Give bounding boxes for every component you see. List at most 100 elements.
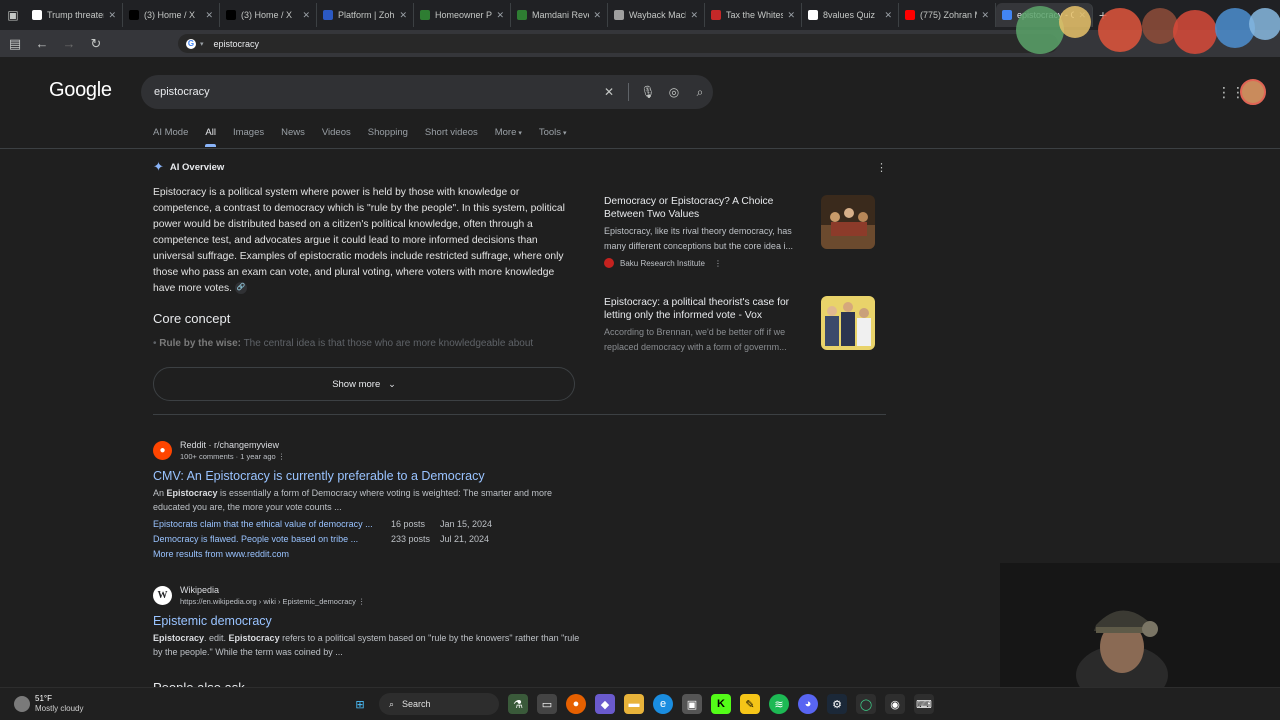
browser-tab-title: Platform | Zohran bbox=[338, 10, 395, 20]
more-options-icon[interactable]: ⋮ bbox=[876, 161, 887, 174]
tab-actions-icon[interactable]: ▣ bbox=[0, 0, 26, 30]
search-input[interactable]: epistocracy bbox=[154, 86, 596, 98]
tab-news[interactable]: News bbox=[281, 127, 305, 147]
browser-tab[interactable]: Tax the Whites: 2 ✕ bbox=[705, 3, 802, 27]
steam-icon[interactable]: ⚙ bbox=[827, 694, 847, 714]
weather-temp: 51°F bbox=[35, 694, 52, 703]
source-title[interactable]: Epistocracy: a political theorist's case… bbox=[604, 296, 809, 322]
ai-source-card[interactable]: Democracy or Epistocracy? A Choice Betwe… bbox=[604, 195, 886, 268]
browser-tab[interactable]: Mamdani Reven ✕ bbox=[511, 3, 608, 27]
close-tab-icon[interactable]: ✕ bbox=[884, 10, 892, 21]
result-source[interactable]: W Wikipedia https://en.wikipedia.org › w… bbox=[153, 584, 583, 607]
tab-label: Shopping bbox=[367, 127, 408, 138]
google-logo[interactable]: Google bbox=[49, 79, 112, 102]
tab-all[interactable]: All bbox=[205, 127, 216, 147]
close-tab-icon[interactable]: ✕ bbox=[981, 10, 989, 21]
search-icon[interactable]: ⌕ bbox=[687, 85, 713, 100]
chevron-down-icon: ▾ bbox=[516, 130, 522, 137]
taskbar-search-label: Search bbox=[402, 699, 431, 709]
browser-tab[interactable]: Wayback Machin ✕ bbox=[608, 3, 705, 27]
browser-tab[interactable]: (3) Home / X ✕ bbox=[220, 3, 317, 27]
tab-short-videos[interactable]: Short videos bbox=[425, 127, 478, 147]
result-title-link[interactable]: CMV: An Epistocracy is currently prefera… bbox=[153, 468, 583, 484]
result-site: Wikipedia bbox=[180, 585, 220, 595]
close-tab-icon[interactable]: ✕ bbox=[787, 10, 795, 21]
close-tab-icon[interactable]: ✕ bbox=[205, 10, 213, 21]
sub-result-link[interactable]: Democracy is flawed. People vote based o… bbox=[153, 532, 391, 547]
widgets-icon[interactable]: ⚗ bbox=[508, 694, 528, 714]
tab-ai-mode[interactable]: AI Mode bbox=[153, 127, 188, 147]
tab-images[interactable]: Images bbox=[233, 127, 264, 147]
browser-tab[interactable]: (3) Home / X ✕ bbox=[123, 3, 220, 27]
ai-source-card[interactable]: Epistocracy: a political theorist's case… bbox=[604, 296, 886, 354]
sub-results: Epistocrats claim that the ethical value… bbox=[153, 517, 583, 562]
source-title[interactable]: Democracy or Epistocracy? A Choice Betwe… bbox=[604, 195, 809, 221]
close-tab-icon[interactable]: ✕ bbox=[399, 10, 407, 21]
tab-videos[interactable]: Videos bbox=[322, 127, 351, 147]
tab-tools[interactable]: Tools ▾ bbox=[539, 127, 567, 147]
forward-button[interactable]: → bbox=[57, 32, 81, 56]
more-options-icon[interactable]: ⋮ bbox=[358, 597, 366, 606]
clear-icon[interactable]: ✕ bbox=[596, 85, 622, 99]
avatar[interactable] bbox=[1240, 79, 1266, 105]
microphone-icon[interactable]: 🎙 bbox=[635, 85, 661, 99]
more-options-icon[interactable]: ⋮ bbox=[278, 452, 286, 461]
more-options-icon[interactable]: ⋮ bbox=[714, 259, 722, 268]
result-title-link[interactable]: Epistemic democracy bbox=[153, 613, 583, 629]
address-text: epistocracy bbox=[213, 38, 260, 49]
search-divider bbox=[628, 83, 629, 101]
search-box[interactable]: epistocracy ✕ 🎙 ◎ ⌕ bbox=[141, 75, 713, 109]
obs-icon[interactable]: ◉ bbox=[885, 694, 905, 714]
t-icon bbox=[32, 10, 42, 20]
notes-icon[interactable]: ✎ bbox=[740, 694, 760, 714]
browser-tab[interactable]: Homeowner Poli✕ bbox=[414, 3, 511, 27]
windows-start-icon[interactable]: ⊞ bbox=[350, 694, 370, 714]
close-tab-icon[interactable]: ✕ bbox=[690, 10, 698, 21]
controller-icon[interactable]: ⌨ bbox=[914, 694, 934, 714]
spotify-icon[interactable]: ≋ bbox=[769, 694, 789, 714]
tab-shopping[interactable]: Shopping bbox=[368, 127, 408, 147]
browser-tab[interactable]: (775) Zohran Ma ✕ bbox=[899, 3, 996, 27]
browser-tab[interactable]: 8values Quiz ✕ bbox=[802, 3, 899, 27]
discord-icon[interactable]: ◕ bbox=[798, 694, 818, 714]
decorative-sticker-overlay bbox=[1000, 0, 1280, 58]
sidebar-toggle-icon[interactable]: ▤ bbox=[3, 32, 27, 56]
browser-tab-title: Homeowner Poli bbox=[435, 10, 493, 20]
store-icon[interactable]: ▣ bbox=[682, 694, 702, 714]
weather-cloud-icon bbox=[14, 696, 30, 712]
edge-icon[interactable]: e bbox=[653, 694, 673, 714]
file-explorer-icon[interactable]: ▬ bbox=[624, 694, 644, 714]
address-bar[interactable]: G ▾ epistocracy bbox=[178, 34, 1058, 53]
browser-tab-title: Wayback Machin bbox=[629, 10, 686, 20]
lens-icon[interactable]: ◎ bbox=[661, 85, 687, 99]
task-view-icon[interactable]: ▭ bbox=[537, 694, 557, 714]
show-more-button[interactable]: Show more ⌄ bbox=[153, 367, 575, 401]
close-tab-icon[interactable]: ✕ bbox=[593, 10, 601, 21]
taskbar-search[interactable]: ⌕ Search bbox=[379, 693, 499, 715]
back-button[interactable]: ← bbox=[30, 32, 54, 56]
chevron-down-icon: ▾ bbox=[200, 40, 204, 48]
kick-icon[interactable]: K bbox=[711, 694, 731, 714]
result-source[interactable]: ● Reddit · r/changemyview 100+ comments … bbox=[153, 439, 583, 462]
close-tab-icon[interactable]: ✕ bbox=[108, 10, 116, 21]
app-icon[interactable]: ◯ bbox=[856, 694, 876, 714]
tab-more[interactable]: More ▾ bbox=[495, 127, 522, 147]
weather-widget[interactable]: 51°F Mostly cloudy bbox=[14, 694, 83, 714]
close-tab-icon[interactable]: ✕ bbox=[302, 10, 310, 21]
browser-tab[interactable]: Platform | Zohran ✕ bbox=[317, 3, 414, 27]
firefox-icon[interactable]: ● bbox=[566, 694, 586, 714]
browser-tab[interactable]: Trump threatens ✕ bbox=[26, 3, 123, 27]
z-icon bbox=[323, 10, 333, 20]
section-divider bbox=[153, 414, 886, 415]
sub-result-link[interactable]: Epistocrats claim that the ethical value… bbox=[153, 517, 391, 532]
copilot-icon[interactable]: ◆ bbox=[595, 694, 615, 714]
sparkle-icon: ✦ bbox=[153, 159, 164, 174]
more-results-link[interactable]: More results from www.reddit.com bbox=[153, 547, 583, 562]
chevron-down-icon: ⌄ bbox=[388, 378, 396, 389]
snippet-pre: An bbox=[153, 488, 167, 498]
reload-button[interactable]: ↻ bbox=[84, 32, 108, 56]
tab-label: Tools bbox=[538, 127, 562, 138]
link-icon[interactable]: 🔗 bbox=[234, 282, 247, 295]
source-thumbnail bbox=[821, 195, 875, 249]
close-tab-icon[interactable]: ✕ bbox=[496, 10, 504, 21]
